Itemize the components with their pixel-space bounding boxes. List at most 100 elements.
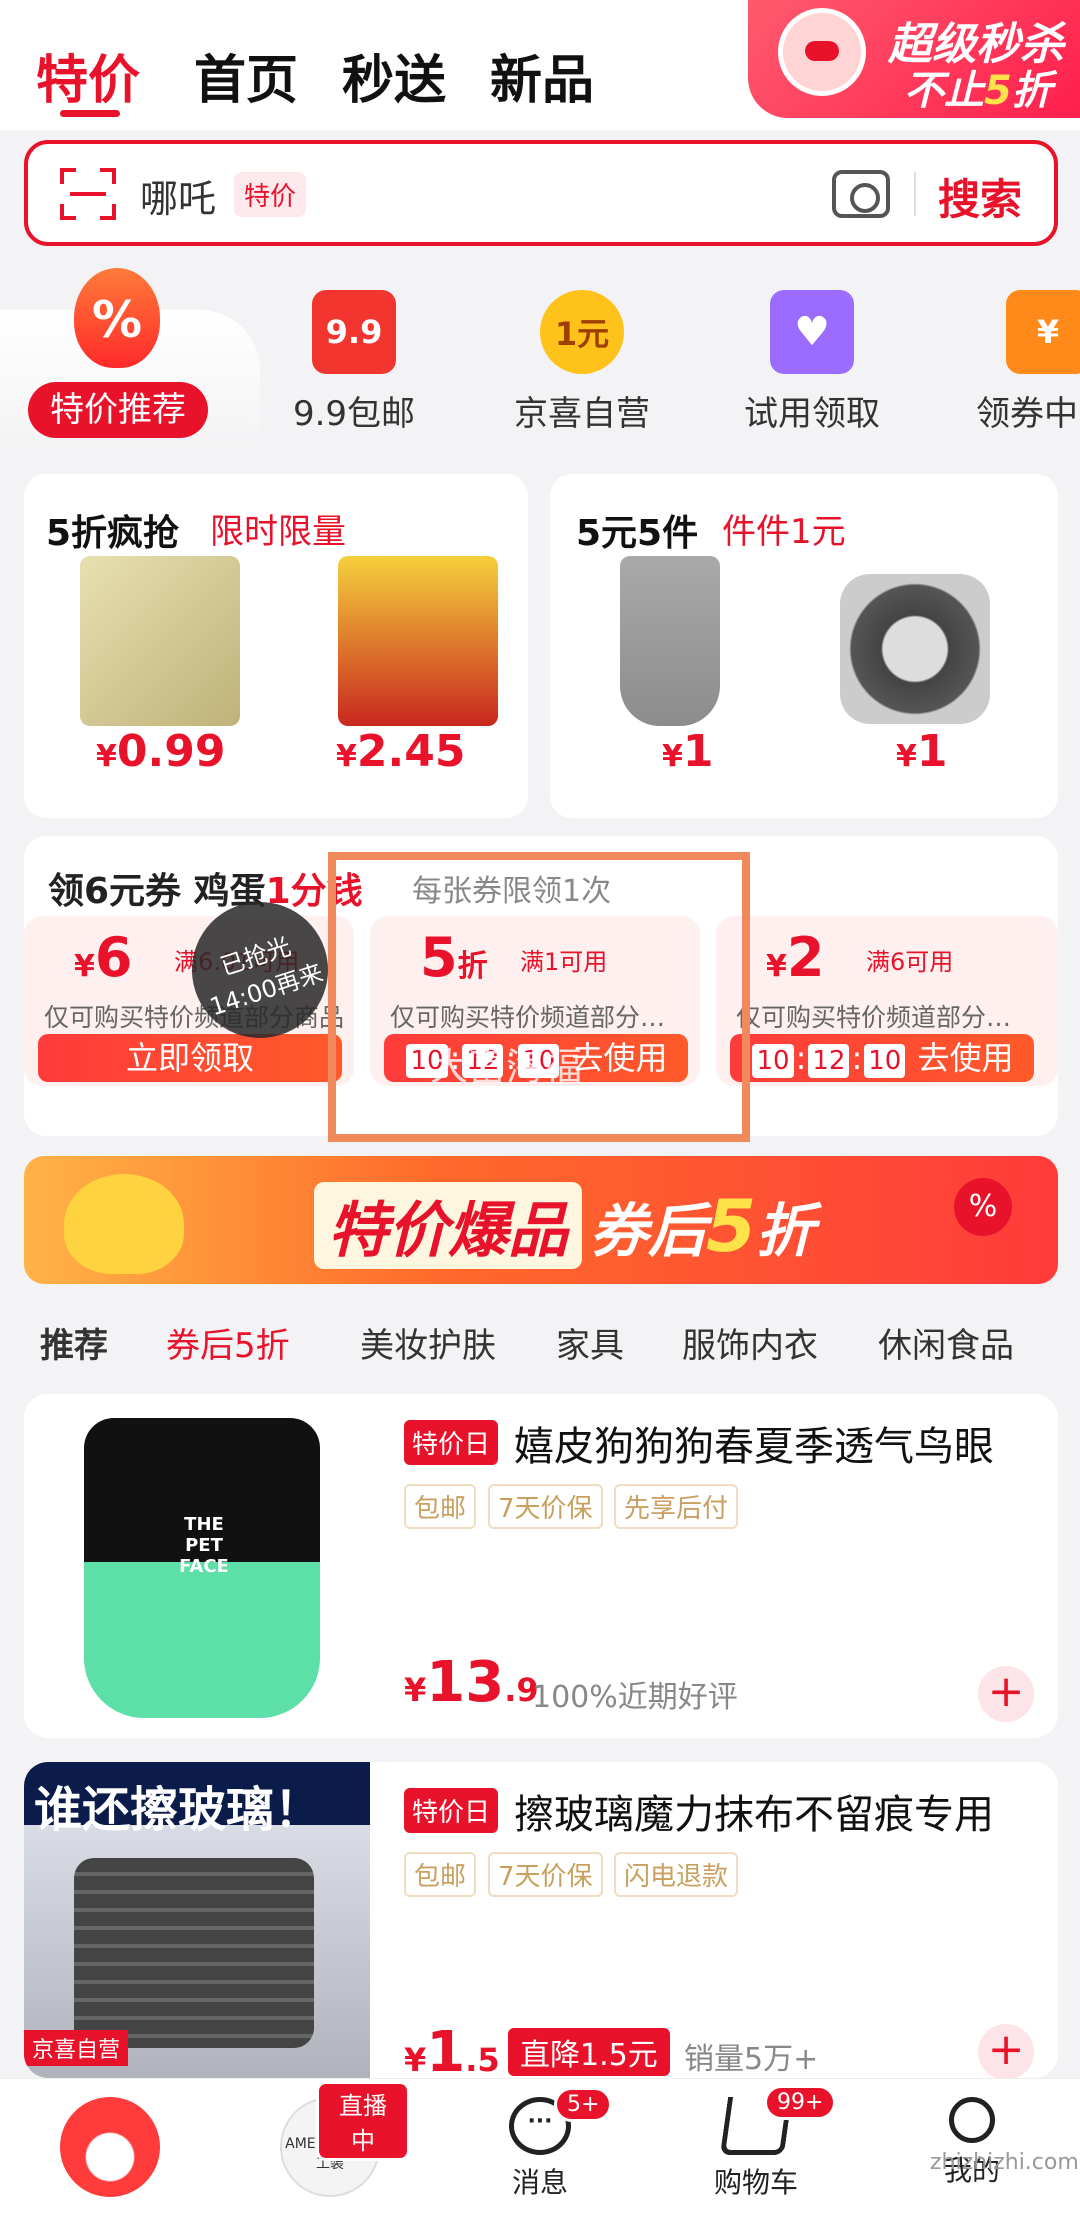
camera-icon[interactable] [832,170,890,218]
highlight-annotation-box [328,852,750,1142]
nav-me[interactable]: 我的 [892,2097,1052,2189]
nav-label: 消息 [511,2166,568,2199]
category-tab-half-off[interactable]: 券后5折 [166,1318,290,1367]
channel-label: 试用领取 [744,394,880,434]
price-drop-tag: 直降1.5元 [508,2028,670,2076]
mascot-icon [64,1174,184,1274]
category-tab-beauty[interactable]: 美妆护肤 [360,1318,496,1367]
nav-label: 购物车 [713,2166,798,2199]
tea-product-image[interactable] [80,556,240,726]
channel-tejia-tuijian[interactable]: 特价推荐 [28,382,208,438]
nav-home[interactable] [30,2097,190,2197]
top-nav: 特价 首页 秒送 新品 超级秒杀 不止5折 [0,0,1080,130]
product-image-text: THE PET FACE [179,1514,229,1577]
live-badge: 直播中 [316,2081,410,2161]
tag-free-shipping: 包邮 [404,1852,477,1897]
nav-messages[interactable]: ··· 5+ 消息 [460,2087,620,2201]
user-icon [949,2097,995,2143]
channel-99-baoyou[interactable]: 9.9 9.9包邮 [264,290,444,435]
tab-tejia[interactable]: 特价 [36,38,140,113]
search-input[interactable]: 哪吒 [140,168,216,223]
tab-miaosong[interactable]: 秒送 [342,38,446,113]
cart-count-badge: 99+ [764,2085,837,2120]
channel-label: 9.9包邮 [292,394,416,434]
nav-cart[interactable]: 99+ 购物车 [676,2085,837,2201]
add-to-cart-button[interactable]: + [978,1666,1034,1722]
tag-price-protect: 7天价保 [488,1484,603,1529]
flash-sale-subtitle: 不止5折 [904,68,1052,114]
tag-free-shipping: 包邮 [404,1484,477,1529]
tab-home[interactable]: 首页 [194,38,298,113]
watermark-text: 大富海福 [430,1045,583,1089]
product-card[interactable]: 谁还擦玻璃！ 京喜自营 特价日 擦玻璃魔力抹布不留痕专用 包邮 7天价保 闪电退… [24,1762,1058,2078]
bottom-nav: AMEKAJI 马鑫工装 直播中 ··· 5+ 消息 99+ 购物车 我的 [0,2078,1080,2228]
promo-subtitle: 件件1元 [722,512,846,552]
claim-now-button[interactable]: 立即领取 [38,1034,342,1082]
tag-pay-later: 先享后付 [614,1484,739,1529]
active-tab-indicator [60,110,120,117]
product-title[interactable]: 嬉皮狗狗狗春夏季透气鸟眼 [514,1414,994,1472]
channel-label: 领券中 [976,394,1078,434]
product-price: ¥13.9 [404,1650,539,1715]
countdown-minutes: 12 [808,1044,850,1078]
channel-label: 京喜自营 [514,394,650,434]
coupon-icon: ¥ [1006,290,1080,374]
comb-product-image[interactable] [620,556,720,726]
banner-title: 特价爆品 [314,1182,582,1269]
nav-live[interactable]: AMEKAJI 马鑫工装 直播中 [250,2081,410,2197]
tag-fast-refund: 闪电退款 [614,1852,739,1897]
product-image[interactable]: THE PET FACE [24,1394,370,1738]
use-coupon-button[interactable]: 10:12:10 去使用 [730,1034,1034,1082]
price: ¥2.45 [336,726,466,777]
mascot-icon [778,8,866,96]
price: ¥1 [896,726,948,777]
coupon-value: ¥2 [766,926,825,989]
channel-lingquan[interactable]: ¥ 领券中 [950,290,1080,435]
special-day-badge: 特价日 [404,1420,499,1465]
product-price: ¥1.5 [404,2020,500,2078]
site-watermark: zhizhizhi.com [930,2150,1079,2175]
promo-card-5yuan-5pcs[interactable]: 5元5件 件件1元 ¥1 ¥1 [550,474,1058,818]
sales-count: 销量5万+ [684,2042,819,2077]
promo-title: 5折疯抢 [46,513,180,554]
search-button[interactable]: 搜索 [938,166,1022,227]
gift-bag-icon: 9.9 [312,290,396,374]
tab-new[interactable]: 新品 [490,38,594,113]
search-bar[interactable]: 哪吒 特价 搜索 [24,140,1058,246]
product-image[interactable]: 谁还擦玻璃！ 京喜自营 [24,1762,370,2078]
self-operated-badge: 京喜自营 [24,2030,129,2066]
tag-price-protect: 7天价保 [488,1852,603,1897]
fire-percent-icon[interactable]: % [74,268,160,368]
promo-card-half-price[interactable]: 5折疯抢 限时限量 ¥0.99 ¥2.45 [24,474,528,818]
product-card[interactable]: THE PET FACE 特价日 嬉皮狗狗狗春夏季透气鸟眼 包邮 7天价保 先享… [24,1394,1058,1738]
hot-deals-banner[interactable]: 特价爆品 券后5折 % [24,1156,1058,1284]
cloth-stack-image [74,1858,314,2048]
shopping-bag-heart-icon: ♥ [770,290,854,374]
category-tab-snacks[interactable]: 休闲食品 [878,1318,1014,1367]
countdown-seconds: 10 [864,1044,906,1078]
coupon-card[interactable]: ¥2 满6可用 仅可购买特价频道部分… 10:12:10 去使用 [716,916,1058,1086]
channel-jingxi-ziying[interactable]: 1元 京喜自营 [492,290,672,435]
add-to-cart-button[interactable]: + [978,2024,1034,2078]
promo-title: 5元5件 [576,513,699,554]
star-badge-icon: 1元 [540,290,624,374]
promo-subtitle: 限时限量 [210,512,346,552]
mascot-home-icon [60,2097,160,2197]
dates-product-image[interactable] [338,556,498,726]
message-count-badge: 5+ [554,2087,613,2122]
price: ¥1 [662,726,714,777]
coupon-condition: 满6可用 [866,948,954,976]
flash-sale-banner[interactable]: 超级秒杀 不止5折 [748,0,1080,118]
product-rating: 100%近期好评 [532,1680,738,1715]
scan-icon[interactable] [60,168,116,220]
product-title[interactable]: 擦玻璃魔力抹布不留痕专用 [514,1782,994,1840]
percent-badge-icon: % [954,1178,1012,1236]
category-tab-clothing[interactable]: 服饰内衣 [682,1318,818,1367]
category-tab-recommend[interactable]: 推荐 [40,1318,108,1367]
category-tab-furniture[interactable]: 家具 [556,1318,624,1367]
coupon-value: ¥6 [74,926,133,989]
search-tag: 特价 [234,172,307,217]
channel-shiyong-lingqu[interactable]: ♥ 试用领取 [722,290,902,435]
coupon-section-title: 领6元券 鸡蛋1分钱 [48,871,363,912]
lint-balls-product-image[interactable] [840,574,990,724]
